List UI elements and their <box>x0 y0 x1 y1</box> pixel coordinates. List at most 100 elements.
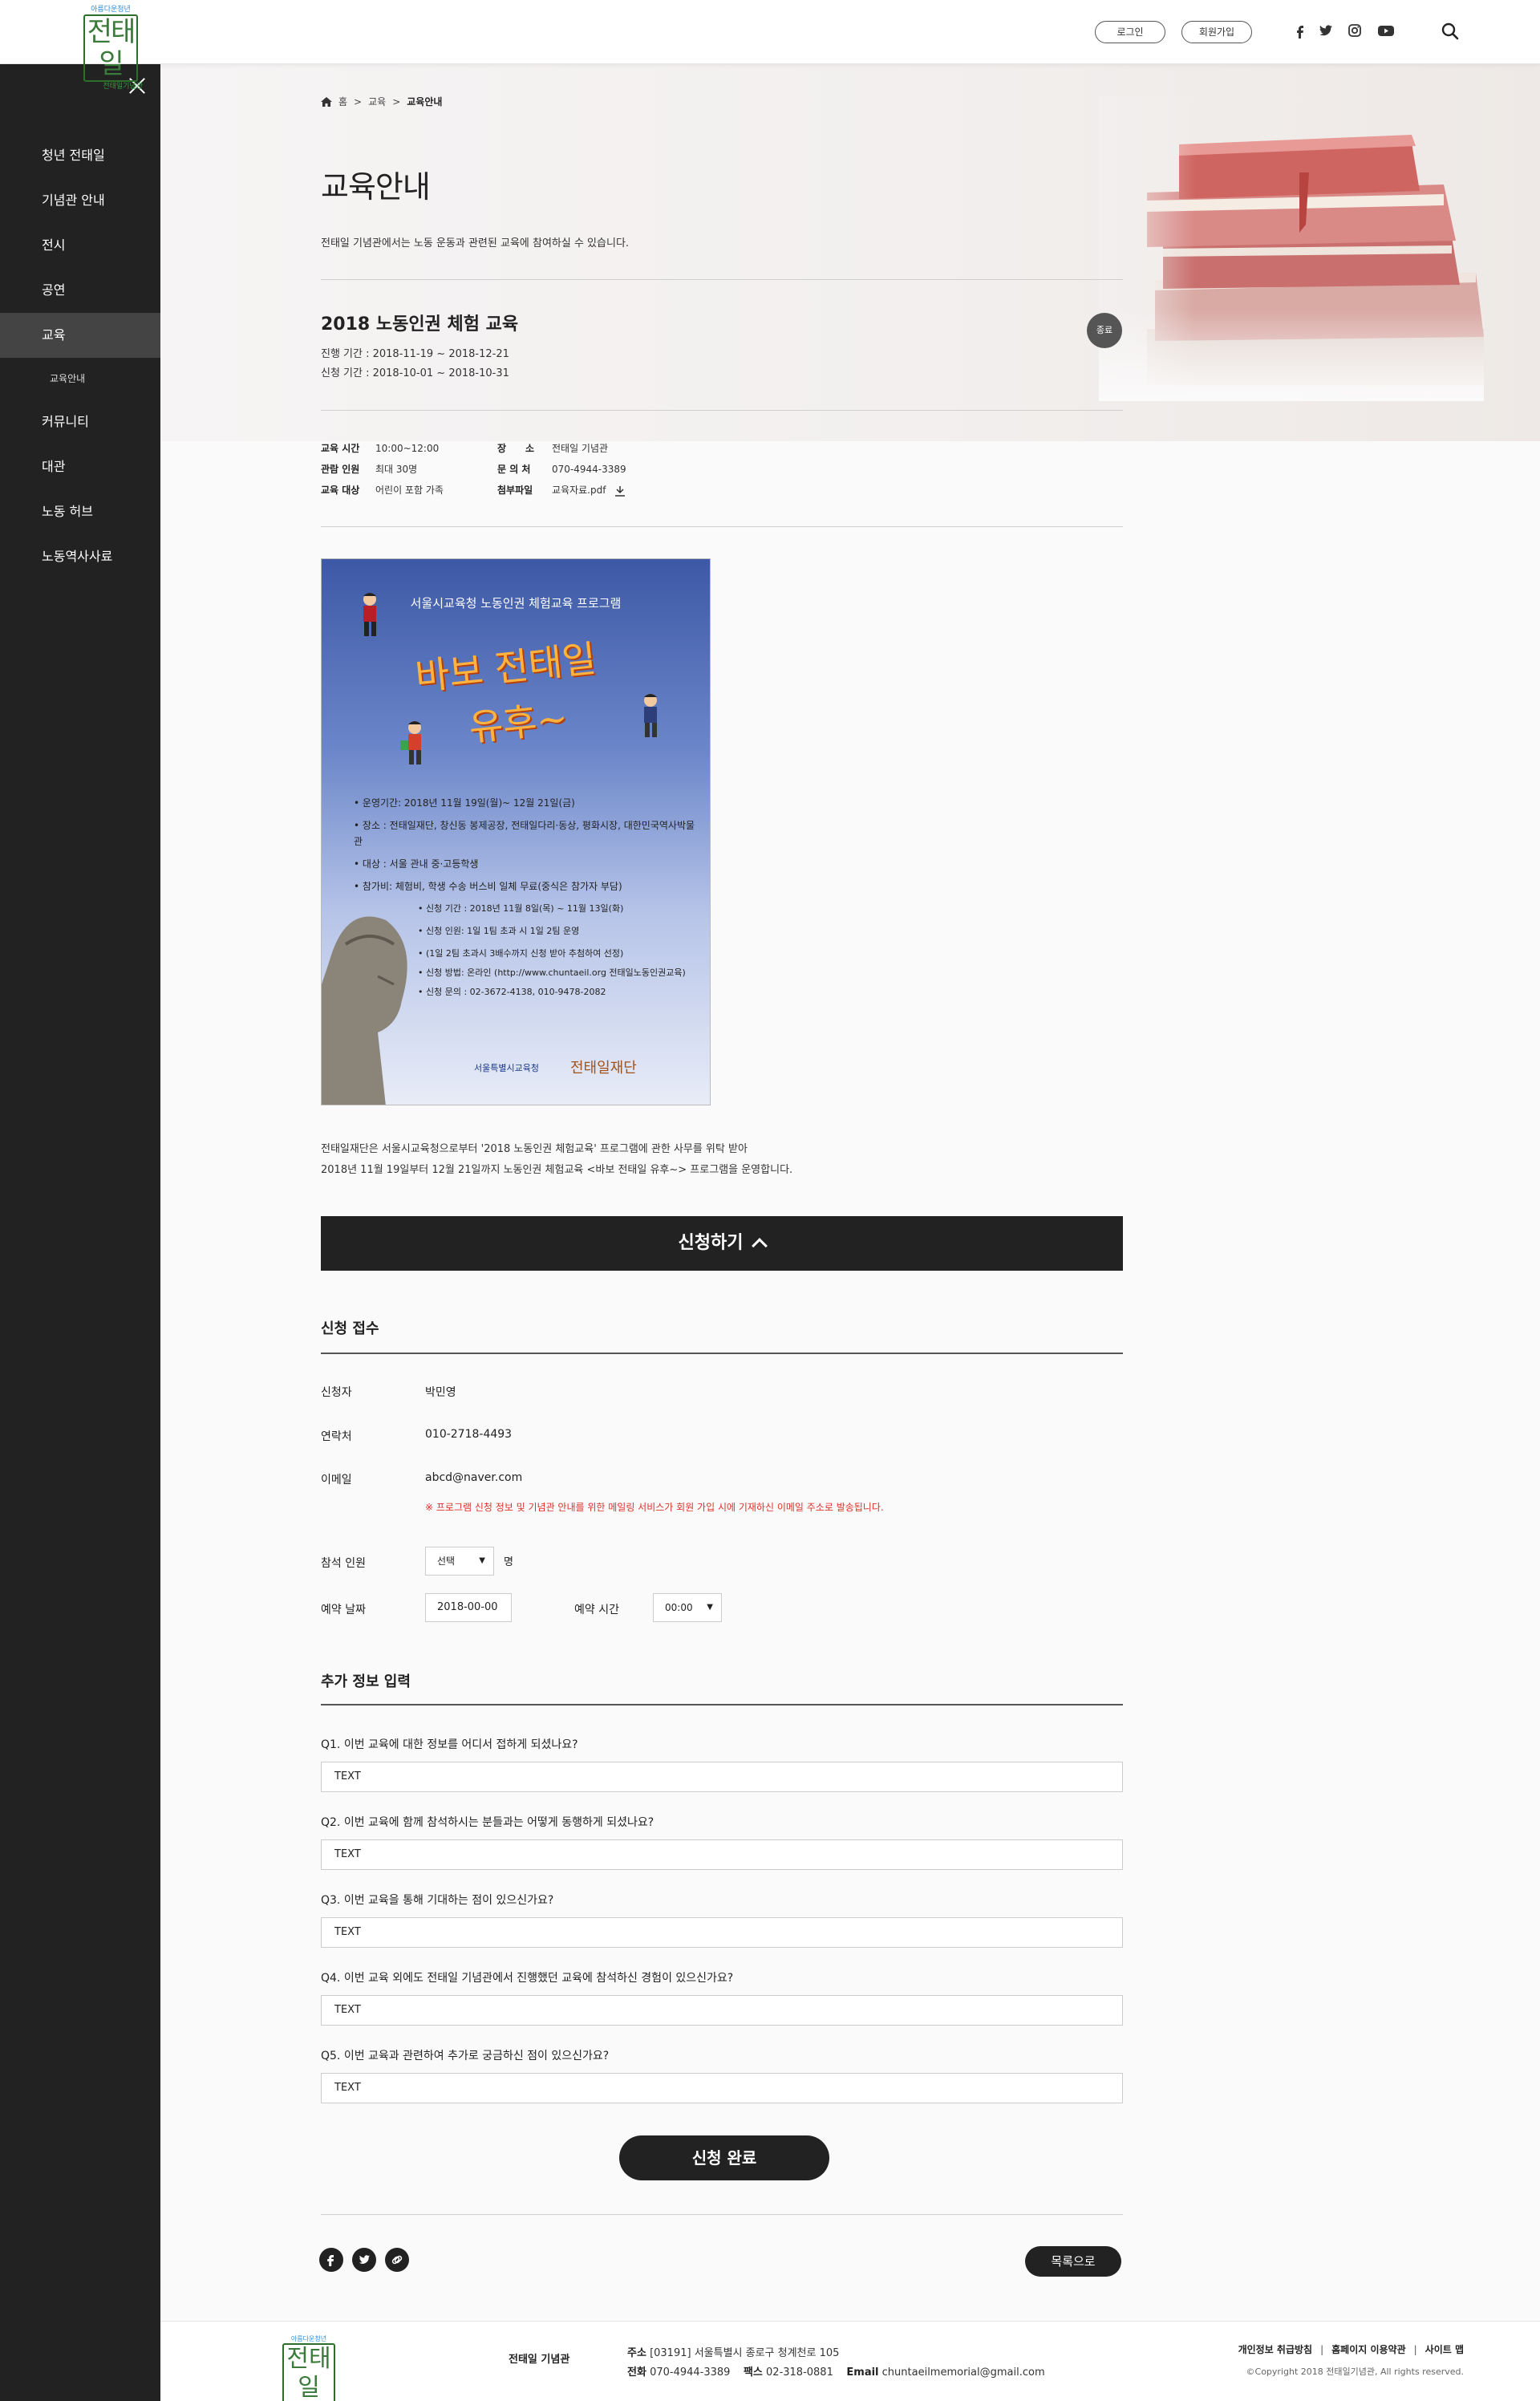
intro-line: 전태일재단은 서울시교육청으로부터 '2018 노동인권 체험교육' 프로그램에… <box>321 1143 748 1155</box>
footer-email-label: Email <box>846 2367 879 2379</box>
twitter-share-icon[interactable] <box>352 2248 376 2272</box>
sidebar-item-community[interactable]: 커뮤니티 <box>0 399 160 444</box>
facebook-icon[interactable] <box>1293 22 1309 39</box>
info-capacity-value: 최대 30명 <box>375 464 418 475</box>
instagram-icon[interactable] <box>1347 22 1363 39</box>
breadcrumb-separator: > <box>354 95 363 107</box>
site-logo[interactable]: 아름다운청년 전태일 전태일기념관 <box>79 5 143 91</box>
privacy-policy-link[interactable]: 개인정보 취급방침 <box>1238 2344 1313 2355</box>
time-label: 예약 시간 <box>574 1604 619 1616</box>
page-title: 교육안내 <box>321 169 431 205</box>
poster-org-logo: 서울특별시교육청 <box>474 1063 539 1073</box>
sidebar-menu: 청년 전태일 기념관 안내 전시 공연 교육 교육안내 커뮤니티 대관 노동 허… <box>0 133 160 579</box>
attendees-select-value: 선택 <box>437 1555 456 1567</box>
breadcrumb-home[interactable]: 홈 <box>338 95 347 108</box>
sidebar-item-youth[interactable]: 청년 전태일 <box>0 133 160 178</box>
books-image <box>1099 96 1484 401</box>
link-share-icon[interactable] <box>385 2248 409 2272</box>
answer-input[interactable]: TEXT <box>321 2073 1123 2103</box>
login-button[interactable]: 로그인 <box>1095 21 1165 43</box>
status-badge: 종료 <box>1087 313 1122 348</box>
program-run-period: 진행 기간 : 2018-11-19 ~ 2018-12-21 <box>321 348 509 360</box>
divider <box>321 279 1123 280</box>
email-label: 이메일 <box>321 1474 352 1486</box>
sidebar: 청년 전태일 기념관 안내 전시 공연 교육 교육안내 커뮤니티 대관 노동 허… <box>0 64 160 2401</box>
info-capacity-label: 관람 인원 <box>321 464 360 475</box>
footer-email: chuntaeilmemorial@gmail.com <box>881 2367 1045 2379</box>
footer-contact-info: 주소 [03191] 서울특별시 종로구 청계천로 105 전화 070-494… <box>627 2344 1045 2383</box>
terms-link[interactable]: 홈페이지 이용약관 <box>1331 2344 1406 2355</box>
date-input[interactable]: 2018-00-00 <box>425 1593 512 1622</box>
question-label: Q5. 이번 교육과 관련하여 추가로 궁금하신 점이 있으신가요? <box>321 2050 610 2062</box>
sidebar-item-performance[interactable]: 공연 <box>0 268 160 313</box>
attendees-select[interactable]: 선택 ▼ <box>425 1547 494 1576</box>
attendees-unit: 명 <box>504 1556 513 1568</box>
info-attachment: 첨부파일 교육자료.pdf <box>497 483 626 497</box>
search-icon[interactable] <box>1441 22 1460 41</box>
time-select-value: 00:00 <box>665 1602 693 1613</box>
poster-title: 서울시교육청 노동인권 체험교육 프로그램 <box>410 596 622 610</box>
site-footer: 아름다운청년 전태일 전태일기념관 전태일 기념관 주소 [03191] 서울특… <box>160 2321 1540 2401</box>
footer-fax-label: 팩스 <box>743 2367 763 2379</box>
apply-toggle-button[interactable]: 신청하기 <box>321 1216 1123 1271</box>
sidebar-subitem-education-guide[interactable]: 교육안내 <box>0 358 160 399</box>
join-button[interactable]: 회원가입 <box>1181 21 1252 43</box>
footer-org-name: 전태일 기념관 <box>509 2354 570 2366</box>
time-select[interactable]: 00:00 ▼ <box>653 1593 722 1622</box>
section-divider <box>321 1704 1123 1705</box>
sidebar-item-labor-hub[interactable]: 노동 허브 <box>0 489 160 534</box>
breadcrumb-education[interactable]: 교육 <box>368 95 386 108</box>
question-label: Q3. 이번 교육을 통해 기대하는 점이 있으신가요? <box>321 1894 554 1907</box>
footer-logo[interactable]: 아름다운청년 전태일 전태일기념관 <box>279 2334 338 2401</box>
poster-org-logo: 전태일재단 <box>570 1060 637 1077</box>
info-time-value: 10:00~12:00 <box>375 443 440 454</box>
facebook-share-icon[interactable] <box>319 2248 343 2272</box>
section-divider <box>321 1353 1123 1354</box>
info-time-label: 교육 시간 <box>321 443 360 454</box>
info-contact-value: 070-4944-3389 <box>552 464 626 475</box>
breadcrumb-separator: > <box>392 95 401 107</box>
site-header: 아름다운청년 전태일 전태일기념관 로그인 회원가입 <box>0 0 1540 91</box>
answer-input[interactable]: TEXT <box>321 1995 1123 2026</box>
info-place-label: 장 소 <box>497 443 535 454</box>
question-label: Q1. 이번 교육에 대한 정보를 어디서 접하게 되셨나요? <box>321 1738 578 1751</box>
poster-character-illustration <box>634 692 667 740</box>
youtube-icon[interactable] <box>1377 22 1394 39</box>
answer-input[interactable]: TEXT <box>321 1762 1123 1792</box>
poster-info-subitem: 신청 문의 : 02-3672-4138, 010-9478-2082 <box>354 981 699 1004</box>
footer-logo-top: 아름다운청년 <box>290 2335 327 2342</box>
twitter-icon[interactable] <box>1318 22 1334 39</box>
info-target-value: 어린이 포함 가족 <box>375 485 444 496</box>
info-target: 교육 대상 어린이 포함 가족 <box>321 483 444 497</box>
answer-input[interactable]: TEXT <box>321 1917 1123 1948</box>
program-intro: 전태일재단은 서울시교육청으로부터 '2018 노동인권 체험교육' 프로그램에… <box>321 1139 792 1181</box>
poster-headline: 바보 전태일 유후~ <box>412 631 605 761</box>
sidebar-item-memorial[interactable]: 기념관 안내 <box>0 178 160 223</box>
chevron-up-icon <box>752 1238 768 1254</box>
form-section-title: 신청 접수 <box>321 1320 379 1337</box>
info-contact: 문 의 처 070-4944-3389 <box>497 462 626 476</box>
info-target-label: 교육 대상 <box>321 485 360 496</box>
mailing-notice: ※ 프로그램 신청 정보 및 기념관 안내를 위한 메일링 서비스가 회원 가입… <box>425 1502 884 1513</box>
attachment-link[interactable]: 교육자료.pdf <box>552 485 606 496</box>
apply-button-label: 신청하기 <box>678 1233 744 1253</box>
sitemap-link[interactable]: 사이트 맵 <box>1425 2344 1464 2355</box>
back-to-list-button[interactable]: 목록으로 <box>1025 2246 1121 2277</box>
download-icon[interactable] <box>614 485 626 497</box>
dropdown-arrow-icon: ▼ <box>479 1556 485 1565</box>
answer-input[interactable]: TEXT <box>321 1839 1123 1870</box>
program-title: 2018 노동인권 체험 교육 <box>321 314 519 335</box>
sidebar-item-education[interactable]: 교육 <box>0 313 160 358</box>
footer-address-label: 주소 <box>627 2347 646 2359</box>
program-poster: 서울시교육청 노동인권 체험교육 프로그램 바보 전태일 유후~ 운영기간: 2… <box>321 558 711 1105</box>
sidebar-item-rental[interactable]: 대관 <box>0 444 160 489</box>
info-capacity: 관람 인원 최대 30명 <box>321 462 417 476</box>
home-icon[interactable] <box>321 96 332 107</box>
sidebar-item-labor-history[interactable]: 노동역사사료 <box>0 534 160 579</box>
divider <box>321 2214 1123 2215</box>
breadcrumb-current: 교육안내 <box>407 96 443 107</box>
submit-button[interactable]: 신청 완료 <box>619 2135 829 2180</box>
footer-links: 개인정보 취급방침 | 홈페이지 이용약관 | 사이트 맵 <box>1238 2344 1464 2355</box>
sidebar-item-exhibition[interactable]: 전시 <box>0 223 160 268</box>
logo-sub-text: 전태일기념관 <box>103 83 143 91</box>
